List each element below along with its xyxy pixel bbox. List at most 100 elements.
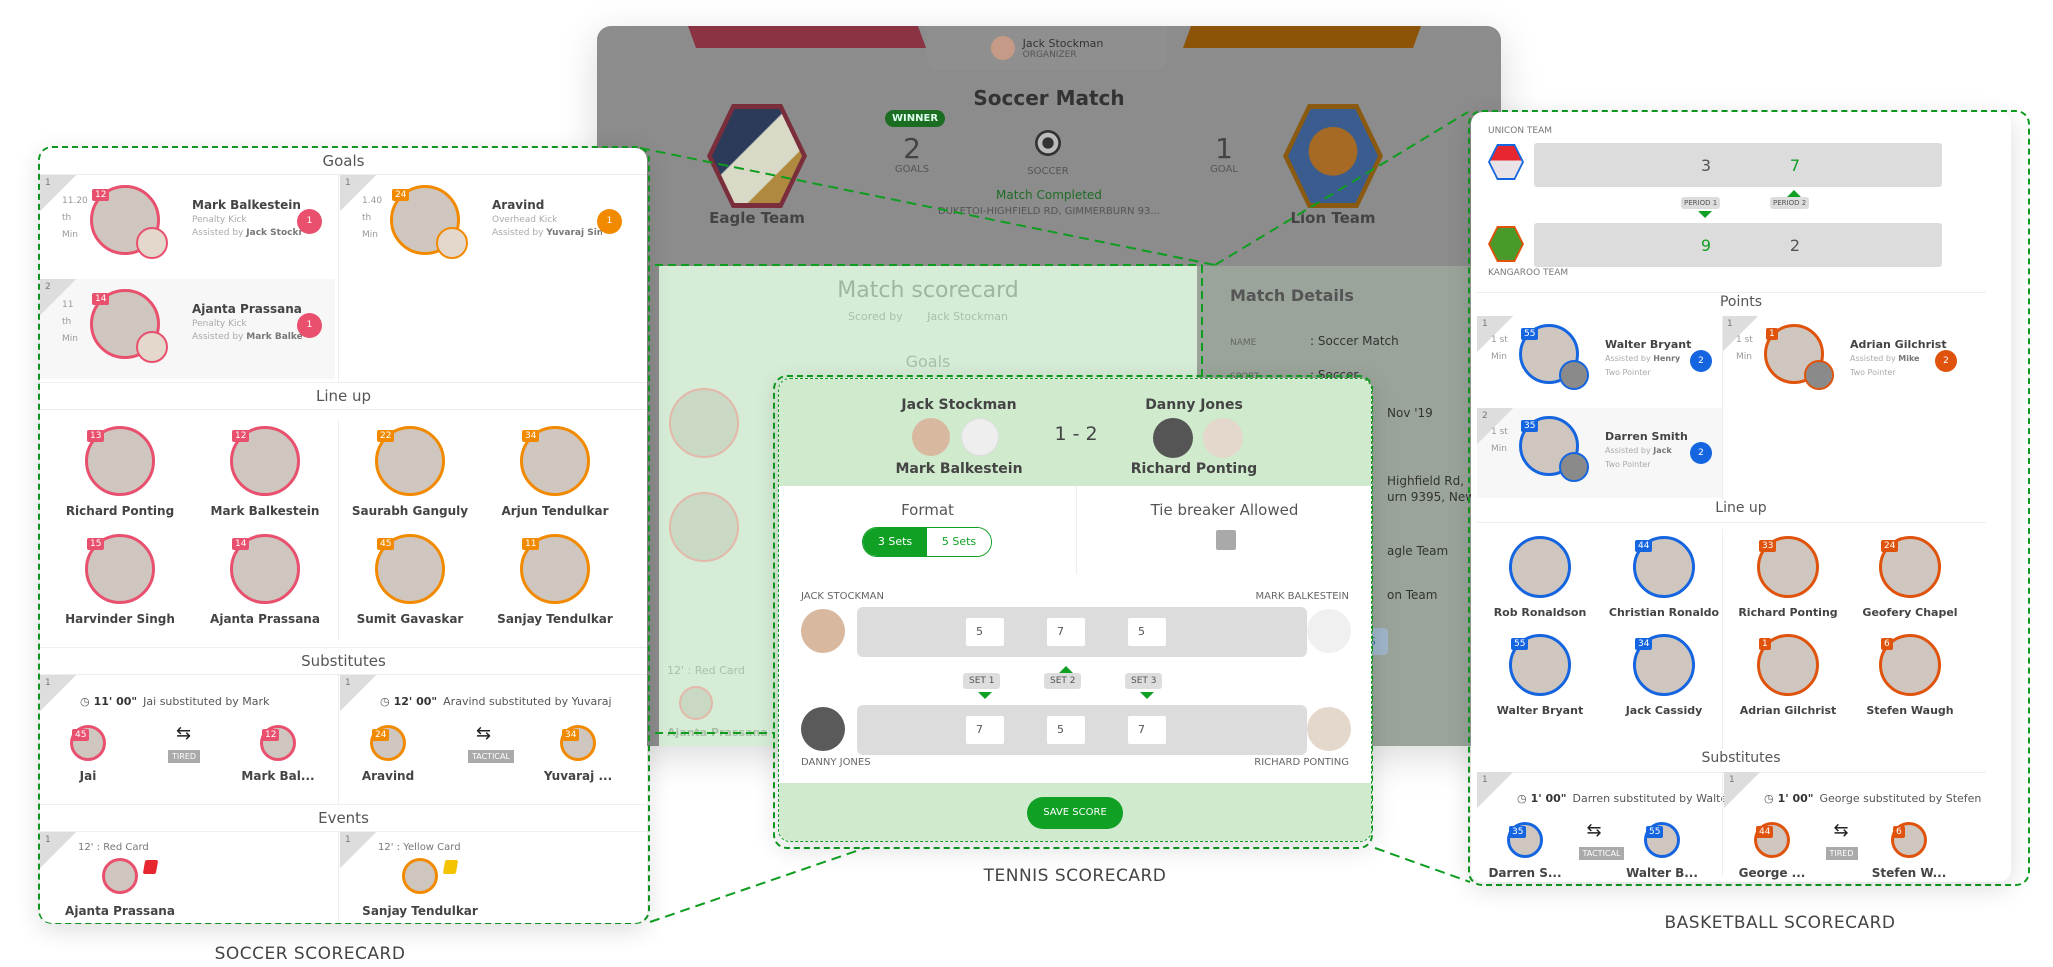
soccer-caption: SOCCER SCORECARD bbox=[214, 944, 406, 964]
team2-player1-avatar bbox=[1153, 418, 1193, 458]
index-number: 1 bbox=[1482, 319, 1488, 329]
row1-set-score-input[interactable]: 7 bbox=[1046, 617, 1086, 647]
away-score-label: GOAL bbox=[1210, 164, 1238, 175]
index-number: 1 bbox=[45, 835, 51, 845]
player-in-name: Stefen W... bbox=[1871, 866, 1947, 880]
divider bbox=[1477, 292, 1986, 293]
set-label: SET 3 bbox=[1125, 673, 1163, 689]
substitutes-grid: 1 ◷ 11' 00" Jai substituted by Mark 45 12 ⇆ TIR… bbox=[40, 675, 647, 805]
format-3-sets[interactable]: 3 Sets bbox=[863, 528, 927, 556]
player-out-name: Darren S... bbox=[1488, 866, 1562, 880]
swap-arrows-icon: ⇆ bbox=[1833, 820, 1849, 841]
ghost-player-name: Ajanta Prassana bbox=[667, 726, 768, 739]
save-score-button[interactable]: SAVE SCORE bbox=[1027, 797, 1123, 829]
lineup-section-title: Line up bbox=[40, 383, 647, 410]
point-minute: 1 st Min bbox=[1491, 332, 1508, 366]
goal-count-badge: 1 bbox=[597, 209, 622, 234]
assist-name: Jack Stockman bbox=[246, 228, 302, 238]
row2-set-score-input[interactable]: 7 bbox=[1127, 715, 1167, 745]
goal-item: 2 11 th Min 14 Ajanta Prassana Penalty Kick Ass… bbox=[40, 279, 335, 379]
lineup-player-name: Jack Cassidy bbox=[1625, 704, 1703, 717]
lineup-player-name: Sumit Gavaskar bbox=[356, 612, 464, 626]
point-count-badge: 2 bbox=[1690, 442, 1712, 464]
assist-avatar bbox=[1804, 360, 1834, 390]
substitution-header: ◷ 1' 00" George substituted by Stefen bbox=[1764, 792, 1981, 805]
row1-set-score-input[interactable]: 5 bbox=[1127, 617, 1167, 647]
goals-label: Goals bbox=[905, 352, 951, 371]
index-number: 1 bbox=[345, 678, 351, 688]
team2-player2-name: Richard Ponting bbox=[1130, 461, 1258, 477]
organizer-role: ORGANIZER bbox=[1022, 49, 1077, 60]
index-number: 1 bbox=[45, 678, 51, 688]
scorer-name: Aravind bbox=[492, 198, 545, 212]
jersey-number: 55 bbox=[1511, 638, 1529, 650]
format-5-sets[interactable]: 5 Sets bbox=[927, 528, 991, 556]
tennis-basketball-connector-line bbox=[1374, 847, 1471, 883]
lineup-player-name: Christian Ronaldo bbox=[1608, 606, 1720, 619]
team2-label: KANGAROO TEAM bbox=[1488, 268, 1569, 278]
details-row: agle Team bbox=[1387, 544, 1449, 558]
row2-set-score-input[interactable]: 7 bbox=[965, 715, 1005, 745]
index-corner: 1 bbox=[340, 832, 376, 868]
lineup-player-name: Richard Ponting bbox=[65, 504, 175, 518]
jersey-number: 12 bbox=[232, 430, 250, 442]
jersey-number: 14 bbox=[92, 293, 110, 305]
tennis-footer: SAVE SCORE bbox=[779, 783, 1371, 841]
set-label: SET 2 bbox=[1044, 673, 1082, 689]
home-score: 2 bbox=[903, 132, 921, 165]
organizer-avatar bbox=[990, 36, 1015, 60]
jersey-number: 13 bbox=[87, 430, 105, 442]
substitution-text: Aravind substituted by Yuvaraj bbox=[443, 695, 612, 708]
team1-period-score: 3 bbox=[1700, 156, 1712, 175]
format-toggle: 3 Sets 5 Sets bbox=[862, 527, 992, 557]
player-out-name: Aravind bbox=[361, 769, 415, 783]
event-player-avatar bbox=[402, 858, 438, 894]
team1-player1-name: Jack Stockman bbox=[901, 397, 1017, 413]
player-out-name: Jai bbox=[79, 769, 97, 783]
details-key: NAME bbox=[1230, 338, 1257, 348]
index-number: 1 bbox=[1729, 775, 1735, 785]
lineup-player-name: Mark Balkestein bbox=[210, 504, 320, 518]
card-icon bbox=[442, 860, 459, 874]
point-minute: 1 st Min bbox=[1736, 332, 1753, 366]
lineup-player-name: Walter Bryant bbox=[1496, 704, 1584, 717]
substitution-time: 11' 00" bbox=[93, 695, 138, 708]
period-label: PERIOD 2 bbox=[1770, 197, 1810, 209]
goal-minute-part: th bbox=[362, 213, 372, 223]
assist-name: Jack bbox=[1653, 446, 1672, 455]
tennis-header: Jack Stockman Mark Balkestein 1 - 2 Dann… bbox=[779, 379, 1371, 486]
player-in-name: Mark Bal... bbox=[241, 769, 315, 783]
set-winner-down-icon bbox=[1140, 692, 1154, 699]
jersey-number: 45 bbox=[377, 538, 395, 550]
team1-player2-avatar bbox=[961, 418, 999, 456]
substitution-reason: TACTICAL bbox=[468, 750, 514, 763]
jersey-number: 24 bbox=[392, 189, 410, 201]
substitution-item: 1 ◷ 1' 00" Darren substituted by Walter 35 55… bbox=[1477, 772, 1732, 882]
goal-type: Penalty Kick bbox=[192, 215, 247, 225]
scored-by: Scored by Jack Stockman bbox=[659, 310, 1197, 323]
jersey-number: 1 bbox=[1766, 328, 1778, 340]
jersey-number: 44 bbox=[1756, 826, 1774, 838]
tiebreaker-checkbox[interactable] bbox=[1216, 530, 1236, 550]
details-row: Highfield Rd, bbox=[1387, 474, 1465, 488]
jersey-number: 15 bbox=[87, 538, 105, 550]
column-divider bbox=[1722, 316, 1723, 499]
point-item: 11 st Min 1 Adrian Gilchrist Assisted by Mik… bbox=[1722, 316, 1967, 406]
point-minute-part: 1 st bbox=[1491, 335, 1508, 345]
lineup-player-name: Ajanta Prassana bbox=[210, 612, 320, 626]
index-corner: 1 bbox=[1477, 772, 1513, 808]
ghost-red-card-label: 12' : Red Card bbox=[667, 664, 745, 677]
point-minute-part: 1 st bbox=[1736, 335, 1753, 345]
goal-minute-part: 11 bbox=[62, 300, 74, 310]
assist-name: Mike bbox=[1898, 354, 1920, 363]
row1-set-score-input[interactable]: 5 bbox=[965, 617, 1005, 647]
index-number: 1 bbox=[345, 178, 351, 188]
soccer-tennis-connector-line bbox=[649, 847, 866, 923]
clock-icon: ◷ bbox=[1764, 792, 1774, 805]
row2-set-score-input[interactable]: 5 bbox=[1046, 715, 1086, 745]
divider bbox=[1477, 522, 1986, 523]
tiebreaker-label: Tie breaker Allowed bbox=[1150, 501, 1299, 519]
lineup-grid: Rob Ronaldson 44 Christian Ronaldo 33 Richar… bbox=[1477, 524, 1972, 754]
point-count-badge: 2 bbox=[1690, 350, 1712, 372]
clock-icon: ◷ bbox=[80, 695, 90, 708]
